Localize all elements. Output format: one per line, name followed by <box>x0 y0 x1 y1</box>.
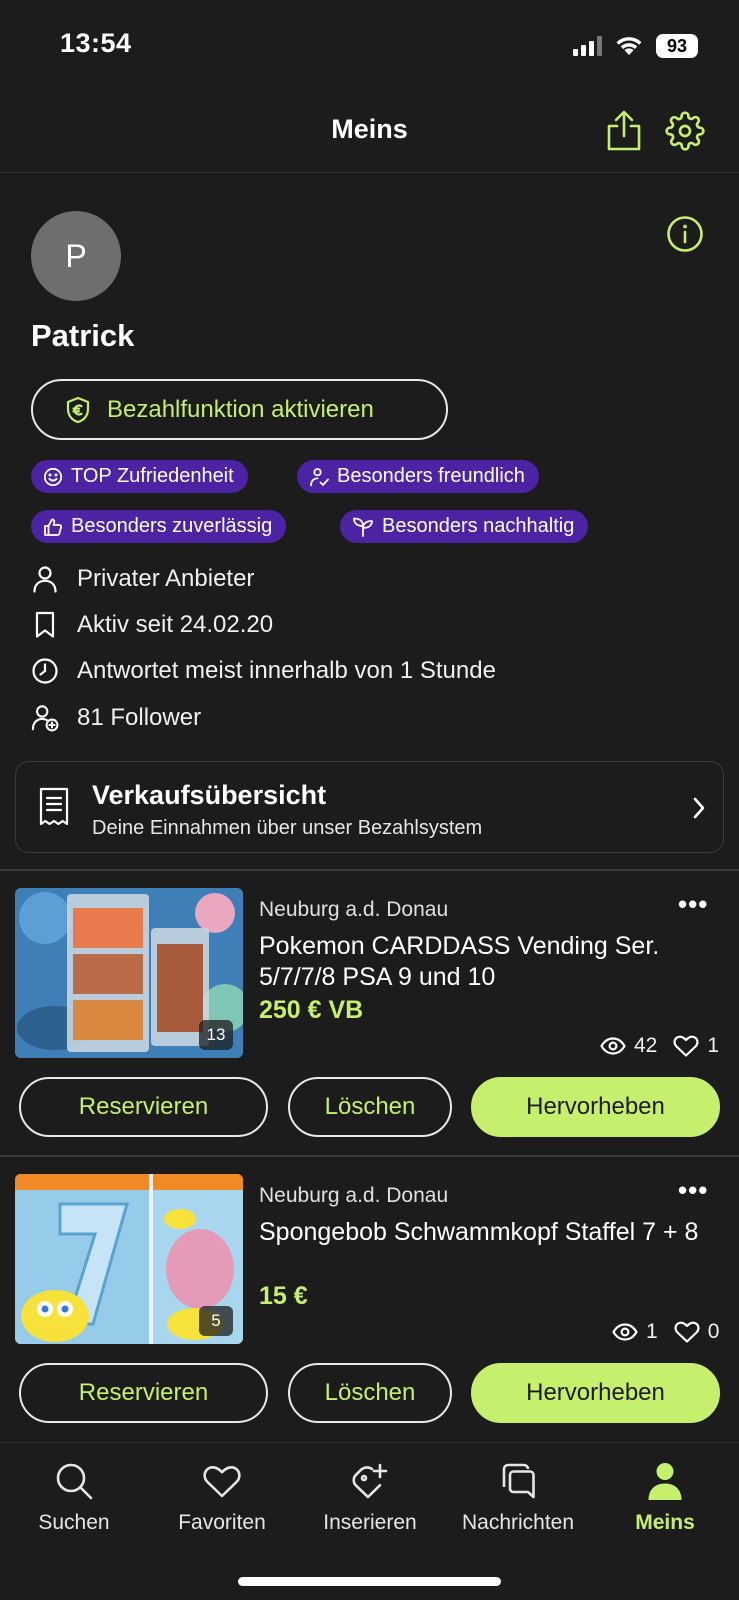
listing-card[interactable]: 5 Neuburg a.d. Donau ••• Spongebob Schwa… <box>0 1157 739 1441</box>
activate-payment-button[interactable]: Bezahlfunktion aktivieren <box>31 379 448 440</box>
eye-icon <box>612 1323 638 1341</box>
battery-indicator: 93 <box>656 34 698 58</box>
info-followers: 81 Follower <box>31 703 201 733</box>
heart-icon <box>674 1321 700 1343</box>
badge-label: Besonders nachhaltig <box>382 515 575 537</box>
nav-post-ad[interactable]: Inserieren <box>296 1461 444 1535</box>
highlight-button[interactable]: Hervorheben <box>471 1077 720 1137</box>
clock-icon <box>31 657 59 685</box>
cellular-signal-icon <box>573 36 603 56</box>
nav-label: Suchen <box>38 1511 110 1534</box>
image-count-badge: 13 <box>199 1020 233 1050</box>
more-options-button[interactable]: ••• <box>678 1175 708 1206</box>
share-icon[interactable] <box>604 110 644 152</box>
likes-count: 1 <box>707 1034 720 1057</box>
info-active-since: Aktiv seit 24.02.20 <box>31 611 273 639</box>
avatar[interactable]: P <box>31 211 121 301</box>
nav-label: Meins <box>635 1511 695 1534</box>
listing-card[interactable]: 13 Neuburg a.d. Donau ••• Pokemon CARDDA… <box>0 871 739 1155</box>
info-label: 81 Follower <box>77 704 202 731</box>
reserve-button[interactable]: Reservieren <box>19 1077 268 1137</box>
thumbs-up-icon <box>43 517 63 537</box>
listing-location: Neuburg a.d. Donau <box>259 1184 449 1207</box>
info-label: Antwortet meist innerhalb von 1 Stunde <box>77 657 496 684</box>
eye-icon <box>600 1037 626 1055</box>
person-wave-icon <box>309 467 329 487</box>
gear-icon[interactable] <box>665 111 705 151</box>
header-divider <box>0 172 739 173</box>
person-icon <box>31 565 59 593</box>
tag-plus-icon <box>350 1461 390 1501</box>
info-label: Aktiv seit 24.02.20 <box>77 611 274 638</box>
shield-euro-icon <box>65 396 91 424</box>
badge-reliable: Besonders zuverlässig <box>31 510 287 543</box>
listing-stats: 42 1 <box>600 1034 719 1058</box>
badge-sustainable: Besonders nachhaltig <box>340 510 589 543</box>
bookmark-icon <box>31 611 59 639</box>
reserve-button[interactable]: Reservieren <box>19 1363 268 1423</box>
listing-thumbnail[interactable]: 13 <box>15 888 243 1058</box>
badge-label: TOP Zufriedenheit <box>71 465 234 487</box>
listing-price: 15 € <box>259 1282 308 1310</box>
profile-name: Patrick <box>31 318 135 353</box>
heart-icon <box>202 1461 242 1501</box>
highlight-button[interactable]: Hervorheben <box>471 1363 720 1423</box>
listing-location: Neuburg a.d. Donau <box>259 898 449 921</box>
nav-search[interactable]: Suchen <box>0 1461 148 1535</box>
followers-icon <box>31 703 59 733</box>
sales-overview-subtitle: Deine Einnahmen über unser Bezahlsystem <box>92 817 483 839</box>
search-icon <box>54 1461 94 1501</box>
nav-label: Nachrichten <box>461 1511 575 1534</box>
status-time: 13:54 <box>60 28 132 58</box>
info-icon[interactable] <box>666 215 704 253</box>
delete-button[interactable]: Löschen <box>288 1363 452 1423</box>
wifi-icon <box>614 34 644 56</box>
listing-thumbnail[interactable]: 5 <box>15 1174 243 1344</box>
listing-price: 250 € VB <box>259 996 364 1024</box>
smiley-icon <box>43 467 63 487</box>
views-count: 42 <box>634 1034 658 1057</box>
listing-title[interactable]: Spongebob Schwammkopf Staffel 7 + 8 <box>259 1217 719 1248</box>
views-count: 1 <box>646 1320 658 1343</box>
activate-payment-label: Bezahlfunktion aktivieren <box>107 395 374 423</box>
nav-label: Favoriten <box>178 1511 266 1534</box>
info-seller-type: Privater Anbieter <box>31 565 254 593</box>
nav-messages[interactable]: Nachrichten <box>444 1461 592 1535</box>
more-options-button[interactable]: ••• <box>678 889 708 920</box>
badge-top-satisfaction: TOP Zufriedenheit <box>31 460 248 493</box>
sprout-icon <box>352 517 374 537</box>
delete-button[interactable]: Löschen <box>288 1077 452 1137</box>
receipt-icon <box>38 787 70 827</box>
sales-overview-title: Verkaufsübersicht <box>92 780 327 810</box>
chevron-right-icon <box>692 797 706 819</box>
info-response-time: Antwortet meist innerhalb von 1 Stunde <box>31 657 496 685</box>
nav-label: Inserieren <box>323 1511 417 1534</box>
heart-icon <box>673 1035 699 1057</box>
sales-overview-card[interactable]: Verkaufsübersicht Deine Einnahmen über u… <box>15 761 724 853</box>
chat-icon <box>498 1461 538 1501</box>
badge-label: Besonders freundlich <box>337 465 525 487</box>
home-indicator <box>238 1577 501 1586</box>
badge-friendly: Besonders freundlich <box>297 460 539 493</box>
badge-label: Besonders zuverlässig <box>71 515 273 537</box>
nav-mine[interactable]: Meins <box>591 1461 739 1535</box>
person-icon <box>645 1461 685 1501</box>
likes-count: 0 <box>707 1320 720 1343</box>
image-count-badge: 5 <box>199 1306 233 1336</box>
nav-favorites[interactable]: Favoriten <box>148 1461 296 1535</box>
listing-stats: 1 0 <box>612 1320 719 1344</box>
listing-title[interactable]: Pokemon CARDDASS Vending Ser. 5/7/7/8 PS… <box>259 931 719 993</box>
info-label: Privater Anbieter <box>77 565 255 592</box>
